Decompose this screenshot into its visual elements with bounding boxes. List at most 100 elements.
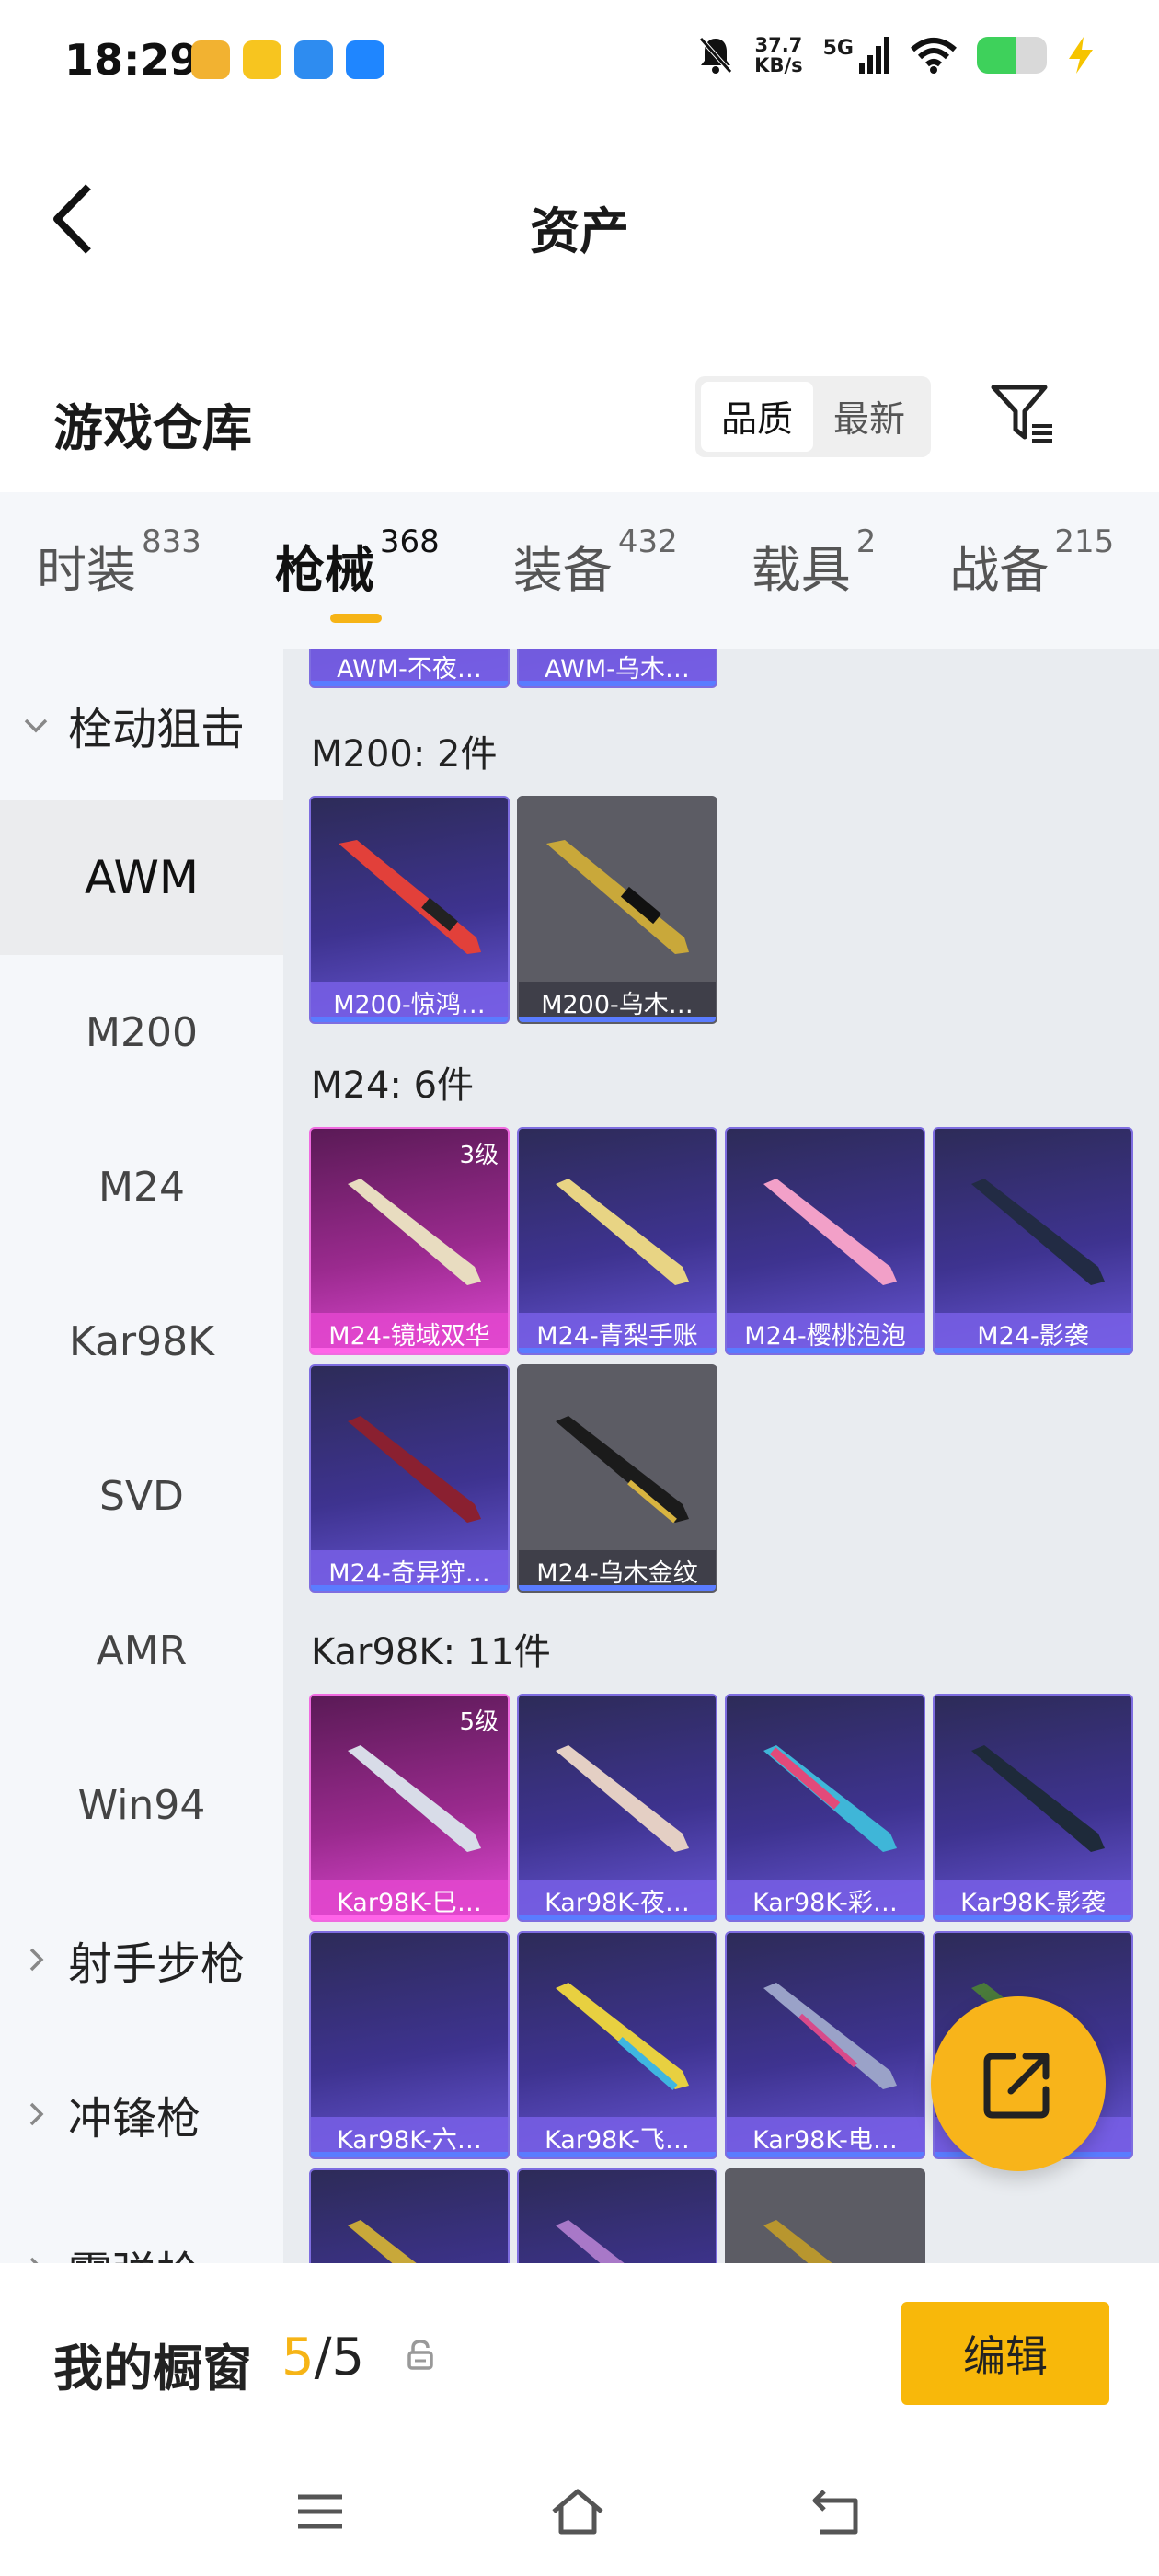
wifi-icon [911, 38, 957, 74]
showcase-current: 5 [281, 2328, 315, 2387]
sniper-rifle-icon [556, 1416, 689, 1524]
sniper-rifle-icon [763, 1983, 897, 2089]
rarity-bar [519, 2152, 716, 2157]
sidebar-item-m200[interactable]: M200 [0, 955, 283, 1110]
showcase-label: 我的橱窗 [53, 2340, 252, 2398]
tab-label: 枪械 [274, 541, 374, 599]
tab-fashion[interactable]: 时装 833 [37, 523, 201, 602]
mute-bell-icon [699, 37, 733, 74]
share-icon [983, 2053, 1050, 2119]
rarity-bar [311, 681, 508, 686]
skin-card[interactable]: Kar98K-影袭 [933, 1694, 1133, 1922]
app-notification-icon [294, 40, 333, 79]
page-header: 资产 [0, 124, 1159, 299]
skin-card[interactable]: Kar98K-飞… [517, 1931, 717, 2159]
system-nav-bar [0, 2429, 1159, 2576]
skin-card[interactable]: 3级 M24-镜域双华 [309, 1127, 510, 1355]
skin-card[interactable]: Kar98K-电… [725, 1931, 925, 2159]
sidebar-group-label: 冲锋枪 [68, 2093, 201, 2145]
showcase-separator: / [314, 2328, 332, 2387]
status-time: 18:29 [64, 35, 200, 85]
rarity-bar [727, 1915, 924, 1920]
sidebar-item-win94[interactable]: Win94 [0, 1728, 283, 1882]
sniper-rifle-icon [339, 840, 481, 954]
showcase-bar: 我的橱窗 5/5 编辑 [0, 2263, 1159, 2429]
skin-card[interactable]: 5级 Kar98K-巳… [309, 1694, 510, 1922]
sidebar-group-bolt-action[interactable]: 栓动狙击 [0, 649, 283, 800]
status-bar: 18:29 37.7 KB/s 5G [0, 0, 1159, 124]
sidebar-group-label: 射手步枪 [68, 1938, 246, 1990]
lock-icon [407, 2340, 433, 2370]
category-tabs: 时装 833 枪械 368 装备 432 载具 2 战备 215 [0, 492, 1159, 649]
skin-card[interactable]: AWM-乌木… [517, 649, 717, 688]
sidebar-item-amr[interactable]: AMR [0, 1573, 283, 1728]
sniper-rifle-icon [763, 2220, 832, 2263]
app-notification-icon [243, 40, 281, 79]
rarity-bar [311, 1915, 508, 1920]
chevron-down-icon [24, 719, 48, 732]
skin-card[interactable]: M200-惊鸿… [309, 796, 510, 1024]
edit-button[interactable]: 编辑 [901, 2302, 1109, 2405]
skin-card[interactable] [725, 2168, 925, 2263]
section-title-kar98k: Kar98K: 11件 [311, 1631, 551, 1673]
sidebar-item-kar98k[interactable]: Kar98K [0, 1264, 283, 1419]
tab-equipment[interactable]: 装备 432 [513, 523, 678, 602]
sniper-rifle-icon [556, 1179, 689, 1285]
home-icon[interactable] [550, 2484, 605, 2539]
sort-option-latest[interactable]: 最新 [813, 382, 925, 452]
skin-card[interactable]: Kar98K-夜… [517, 1694, 717, 1922]
chevron-right-icon [29, 1948, 44, 1972]
rarity-bar [727, 2152, 924, 2157]
sidebar-item-m24[interactable]: M24 [0, 1110, 283, 1264]
menu-icon[interactable] [293, 2484, 348, 2539]
sidebar-group-shotgun[interactable]: 霰弹枪 [0, 2191, 283, 2263]
skin-card[interactable]: Kar98K-六… [309, 1931, 510, 2159]
cell-signal: 5G [823, 37, 890, 74]
sidebar-item-awm[interactable]: AWM [0, 800, 283, 955]
skin-card[interactable] [309, 2168, 510, 2263]
sniper-rifle-icon [556, 2220, 625, 2263]
sort-option-quality[interactable]: 品质 [701, 382, 813, 452]
tab-label: 时装 [37, 541, 136, 599]
tab-firearms[interactable]: 枪械 368 [274, 523, 440, 623]
tab-count: 2 [855, 523, 877, 560]
skin-card[interactable]: AWM-不夜… [309, 649, 510, 688]
rarity-bar [935, 1348, 1131, 1353]
app-notification-icon [346, 40, 384, 79]
charging-bolt-icon [1069, 37, 1093, 74]
skin-card[interactable]: M24-青梨手账 [517, 1127, 717, 1355]
skin-card[interactable] [517, 2168, 717, 2263]
filter-icon[interactable] [990, 382, 1056, 448]
tab-count: 833 [142, 523, 201, 560]
rarity-bar [519, 1915, 716, 1920]
skin-card[interactable]: M24-乌木金纹 [517, 1364, 717, 1593]
rarity-bar [311, 1017, 508, 1022]
sidebar-group-marksman[interactable]: 射手步枪 [0, 1882, 283, 2037]
sniper-rifle-icon [971, 1745, 1105, 1852]
skin-card[interactable]: Kar98K-彩… [725, 1694, 925, 1922]
showcase-count: 5/5 [281, 2328, 364, 2387]
rarity-bar [311, 1585, 508, 1591]
status-app-icons [191, 40, 384, 79]
rarity-bar [519, 681, 716, 686]
tab-supplies[interactable]: 战备 215 [949, 523, 1114, 602]
skin-card[interactable]: M24-奇异狩… [309, 1364, 510, 1593]
chevron-right-icon [29, 2102, 44, 2126]
back-nav-icon[interactable] [809, 2484, 865, 2539]
sniper-rifle-icon [556, 1983, 689, 2091]
skin-card[interactable]: M24-樱桃泡泡 [725, 1127, 925, 1355]
sidebar-group-smg[interactable]: 冲锋枪 [0, 2037, 283, 2191]
skin-card[interactable]: M24-影袭 [933, 1127, 1133, 1355]
app-notification-icon [191, 40, 230, 79]
share-button[interactable] [931, 1996, 1106, 2171]
rarity-bar [311, 1348, 508, 1353]
skin-card[interactable]: M200-乌木… [517, 796, 717, 1024]
sniper-rifle-icon [763, 1745, 897, 1852]
weapon-type-sidebar: 栓动狙击 AWM M200 M24 Kar98K SVD AMR Win94 射… [0, 649, 283, 2263]
sidebar-item-svd[interactable]: SVD [0, 1419, 283, 1573]
network-speed-unit: KB/s [754, 54, 803, 76]
sniper-rifle-icon [348, 1179, 481, 1285]
tab-vehicles[interactable]: 载具 2 [752, 523, 877, 602]
sniper-rifle-icon [971, 1179, 1105, 1285]
tab-label: 战备 [949, 541, 1050, 599]
